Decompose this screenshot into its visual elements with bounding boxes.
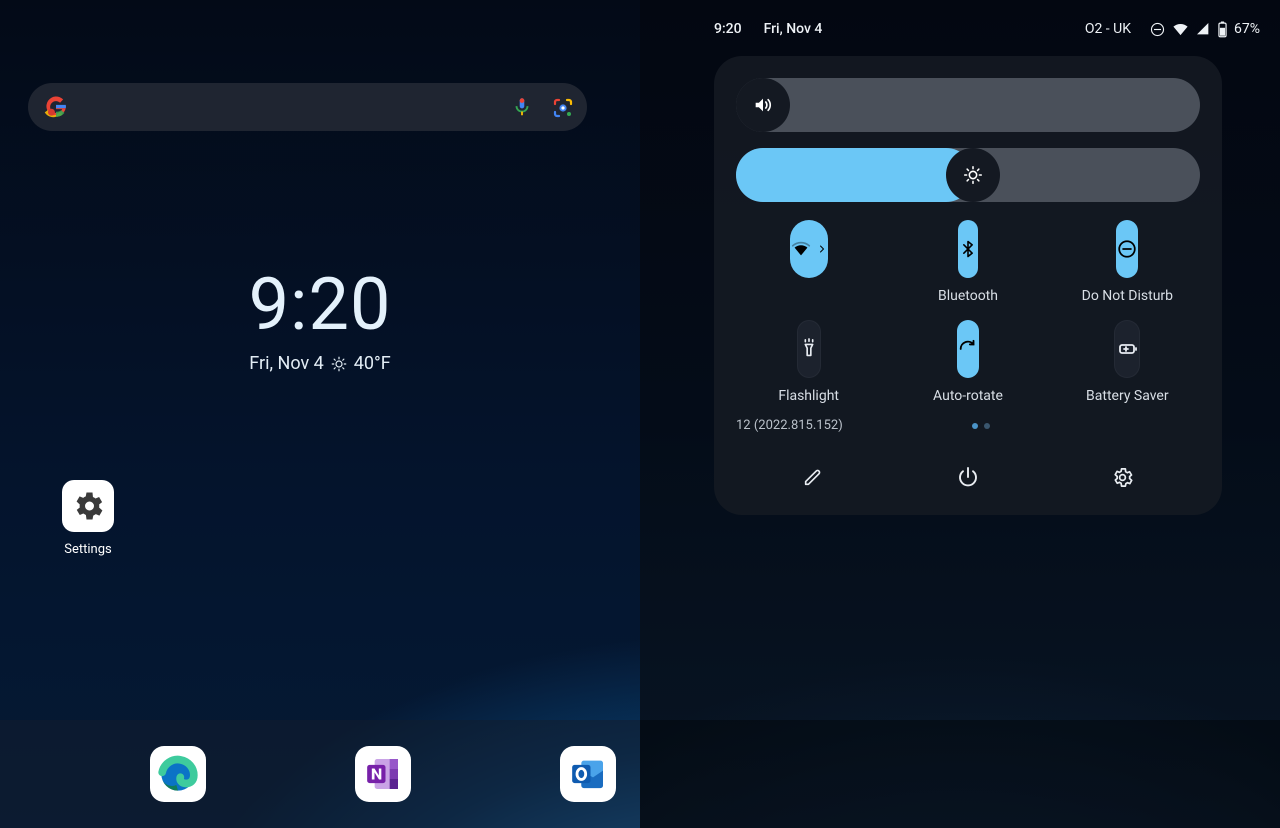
google-search-bar[interactable] (28, 83, 587, 131)
volume-icon (736, 78, 790, 132)
qs-tile-label-batterysaver: Battery Saver (1086, 388, 1169, 406)
dnd-status-icon (1149, 21, 1166, 38)
qs-tile-dnd[interactable] (1116, 220, 1138, 278)
wifi-status-icon (1172, 21, 1189, 38)
app-icon-settings[interactable]: Settings (62, 480, 114, 557)
battery-status-icon (1217, 21, 1228, 38)
clock-date: Fri, Nov 4 (249, 353, 323, 374)
settings-gear-icon (62, 480, 114, 532)
status-carrier: O2 - UK (1085, 21, 1131, 37)
volume-slider[interactable] (736, 78, 1200, 132)
brightness-icon (946, 148, 1000, 202)
power-button[interactable] (948, 457, 988, 497)
battery-percentage: 67% (1234, 21, 1260, 37)
weather-temp: 40°F (354, 353, 391, 374)
qs-tile-bluetooth[interactable] (958, 220, 978, 278)
dock-icon-onenote[interactable] (355, 746, 411, 802)
home-screen-left: 9:20 Fri, Nov 4 40°F Settings (0, 0, 640, 828)
qs-tile-autorotate[interactable] (957, 320, 979, 378)
clock-widget[interactable]: 9:20 Fri, Nov 4 40°F (0, 262, 640, 374)
qs-tile-wifi[interactable] (790, 220, 828, 278)
qs-tile-label-autorotate: Auto-rotate (933, 388, 1003, 406)
android-version: 12 (2022.815.152) (736, 418, 843, 433)
google-logo-icon (42, 93, 70, 121)
voice-search-icon[interactable] (511, 96, 533, 118)
status-time: 9:20 (714, 21, 742, 37)
quick-settings-panel: Bluetooth Do Not Disturb Flashlight Auto-ro… (714, 56, 1222, 515)
signal-status-icon (1195, 21, 1211, 37)
bottom-blur-region (640, 720, 1280, 828)
dock-icon-outlook[interactable] (560, 746, 616, 802)
edit-tiles-button[interactable] (793, 457, 833, 497)
settings-button[interactable] (1103, 457, 1143, 497)
dock (0, 720, 640, 828)
quick-settings-screen: 9:20 Fri, Nov 4 O2 - UK 67% (640, 0, 1280, 828)
weather-sun-icon (330, 355, 348, 373)
app-label: Settings (62, 542, 114, 557)
status-date: Fri, Nov 4 (764, 21, 823, 37)
qs-tile-label-bluetooth: Bluetooth (938, 288, 998, 306)
google-lens-icon[interactable] (551, 96, 573, 118)
qs-tile-label-dnd: Do Not Disturb (1082, 288, 1173, 306)
clock-time: 9:20 (0, 262, 640, 347)
qs-tile-flashlight[interactable] (797, 320, 821, 378)
dock-icon-edge[interactable] (150, 746, 206, 802)
page-indicator[interactable] (843, 418, 1120, 433)
brightness-slider[interactable] (736, 148, 1200, 202)
qs-tile-label-flashlight: Flashlight (778, 388, 839, 406)
qs-tile-batterysaver[interactable] (1114, 320, 1140, 378)
status-bar: 9:20 Fri, Nov 4 O2 - UK 67% (640, 18, 1280, 40)
